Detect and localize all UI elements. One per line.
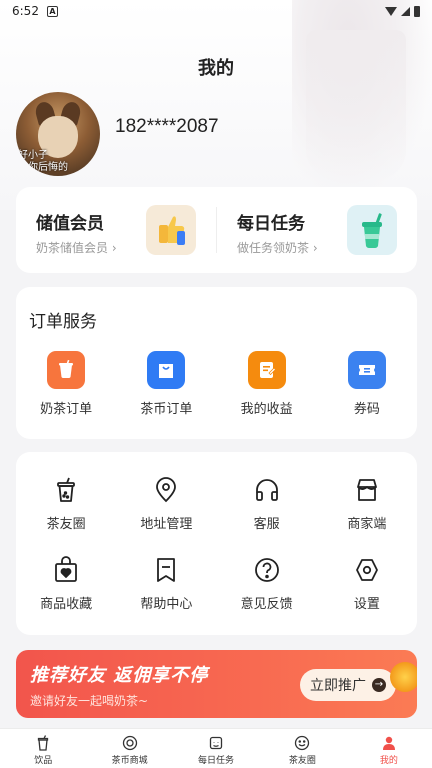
nav-drinks[interactable]: 饮品 <box>0 729 86 768</box>
store-icon <box>353 476 381 504</box>
bottom-nav: 饮品 茶币商城 每日任务 茶友圈 我的 <box>0 728 432 768</box>
tea-order-button[interactable]: 奶茶订单 <box>16 351 116 417</box>
person-icon <box>382 736 395 750</box>
settings-button[interactable]: 设置 <box>317 556 417 612</box>
coin-order-button[interactable]: 茶币订单 <box>116 351 216 417</box>
page-title: 我的 <box>198 58 234 79</box>
nav-coin-mall[interactable]: 茶币商城 <box>86 729 172 768</box>
thumbs-up-icon <box>146 205 196 255</box>
gift-badge-icon <box>390 662 417 692</box>
location-pin-icon <box>152 476 180 504</box>
banner-subtitle: 邀请好友一起喝奶茶~ <box>30 694 149 708</box>
wifi-icon <box>385 6 397 16</box>
stored-value-member[interactable]: 储值会员 奶茶储值会员 › <box>16 187 216 273</box>
milk-tea-decoration <box>292 0 432 190</box>
banner-title: 推荐好友 返佣享不停 <box>30 665 209 686</box>
drink-cup-icon <box>347 205 397 255</box>
coin-icon <box>122 735 137 751</box>
nav-mine[interactable]: 我的 <box>346 729 432 768</box>
bookmark-icon <box>152 556 180 584</box>
earnings-icon <box>247 351 286 389</box>
order-service-card: 订单服务 奶茶订单 茶币订单 我的收益 券码 <box>16 287 417 439</box>
coupon-code-button[interactable]: 券码 <box>317 351 417 417</box>
question-icon <box>253 556 281 584</box>
battery-icon <box>414 5 420 17</box>
referral-banner[interactable]: 推荐好友 返佣享不停 邀请好友一起喝奶茶~ 立即推广 → <box>16 650 417 718</box>
hexagon-settings-icon <box>353 556 381 584</box>
a-icon: A <box>46 5 58 17</box>
feedback-button[interactable]: 意见反馈 <box>217 556 317 612</box>
tools-card: 茶友圈 地址管理 客服 商家端 商品收藏 帮助中心 意见反馈 设置 <box>16 452 417 635</box>
arrow-right-icon: → <box>372 678 386 692</box>
task-icon <box>209 736 223 750</box>
order-service-title: 订单服务 <box>29 312 97 332</box>
shopping-bag-icon <box>147 351 186 389</box>
headphones-icon <box>253 476 281 504</box>
status-time: 6:52 <box>12 4 39 18</box>
membership-card: 储值会员 奶茶储值会员 › 每日任务 做任务领奶茶 › <box>16 187 417 273</box>
address-management-button[interactable]: 地址管理 <box>116 476 216 532</box>
bubble-tea-icon <box>52 476 80 504</box>
customer-service-button[interactable]: 客服 <box>217 476 317 532</box>
promote-now-button[interactable]: 立即推广 → <box>300 669 396 701</box>
my-earnings-button[interactable]: 我的收益 <box>217 351 317 417</box>
tea-friends-button[interactable]: 茶友圈 <box>16 476 116 532</box>
avatar-caption: 好小子 有你后悔的 <box>18 150 68 173</box>
avatar[interactable]: 好小子 有你后悔的 <box>16 92 100 176</box>
smile-icon <box>295 735 310 751</box>
user-phone[interactable]: 182****2087 <box>115 116 219 138</box>
daily-task-entry[interactable]: 每日任务 做任务领奶茶 › <box>217 187 417 273</box>
status-bar: 6:52 A <box>0 0 432 22</box>
signal-icon <box>401 6 410 16</box>
heart-bag-icon <box>52 556 80 584</box>
nav-tea-friends[interactable]: 茶友圈 <box>259 729 345 768</box>
favorites-button[interactable]: 商品收藏 <box>16 556 116 612</box>
ticket-icon <box>347 351 386 389</box>
help-center-button[interactable]: 帮助中心 <box>116 556 216 612</box>
merchant-button[interactable]: 商家端 <box>317 476 417 532</box>
tea-order-icon <box>47 351 86 389</box>
nav-daily-task[interactable]: 每日任务 <box>173 729 259 768</box>
cup-icon <box>38 735 49 751</box>
